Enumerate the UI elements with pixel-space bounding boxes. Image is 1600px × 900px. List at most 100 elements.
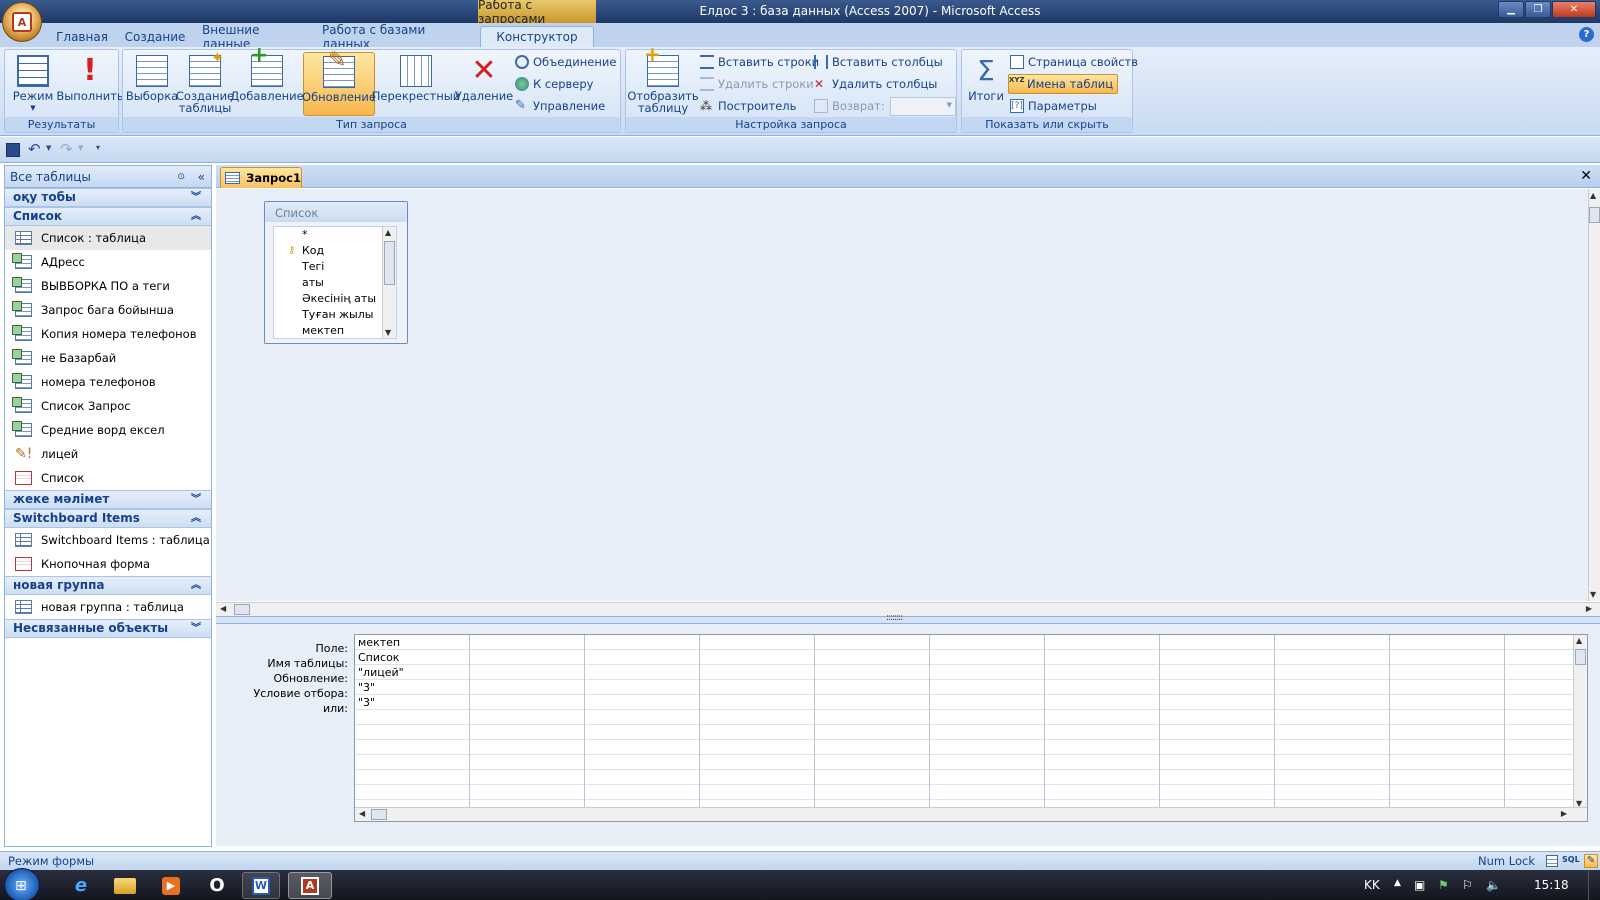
taskbar-explorer[interactable]: [106, 872, 144, 899]
mode-button[interactable]: Режим ▼: [9, 52, 57, 116]
nav-menu-chevron-icon[interactable]: ⊙: [177, 166, 185, 188]
field-item[interactable]: Туған жылы: [274, 307, 396, 323]
data-definition-button[interactable]: ✎ Управление: [515, 96, 605, 116]
close-window-button[interactable]: ✕: [1552, 1, 1596, 18]
scroll-thumb[interactable]: [234, 604, 250, 615]
delete-columns-button[interactable]: ✕ Удалить столбцы: [814, 74, 937, 94]
table-names-button[interactable]: XYZ Имена таблиц: [1008, 74, 1119, 94]
redo-dropdown-icon[interactable]: ▼: [78, 144, 83, 152]
office-button[interactable]: A: [2, 2, 42, 42]
tab-create[interactable]: Создание: [122, 26, 188, 47]
grid-cell-table[interactable]: Список: [355, 650, 399, 665]
sql-view-button[interactable]: SQL: [1562, 855, 1580, 864]
select-query-button[interactable]: Выборка: [126, 52, 178, 116]
grid-cell-field[interactable]: мектеп: [355, 635, 400, 650]
return-select[interactable]: ▼: [890, 97, 956, 116]
taskbar-media-player[interactable]: ▶: [152, 872, 190, 899]
nav-item-address[interactable]: АДресс: [5, 250, 211, 274]
nav-header[interactable]: Все таблицы ⊙ «: [5, 166, 211, 188]
nav-item-srednie[interactable]: Средние ворд ексел: [5, 418, 211, 442]
field-list-scrollbar[interactable]: ▲ ▼: [382, 227, 396, 338]
crosstab-query-button[interactable]: Перекрестный: [372, 52, 460, 116]
insert-columns-button[interactable]: Вставить столбцы: [814, 52, 943, 72]
grid-cell-or[interactable]: "3": [355, 695, 375, 710]
nav-group-switchboard[interactable]: Switchboard Items ︽: [5, 509, 211, 528]
taskbar-ie[interactable]: e: [62, 872, 100, 899]
nav-item-knopochnaya[interactable]: Кнопочная форма: [5, 552, 211, 576]
customize-qat-icon[interactable]: ▾: [96, 143, 100, 152]
nav-item-spisok-zapros[interactable]: Список Запрос: [5, 394, 211, 418]
totals-button[interactable]: Σ Итоги: [966, 52, 1006, 116]
taskbar-word[interactable]: W: [242, 872, 280, 899]
maximize-button[interactable]: ❐: [1525, 1, 1551, 18]
doc-tab-query1[interactable]: Запрос1: [220, 167, 302, 188]
shutter-bar-close-icon[interactable]: «: [198, 166, 205, 188]
tray-expand-icon[interactable]: ▲: [1394, 878, 1401, 888]
tab-database-tools[interactable]: Работа с базами данных: [322, 23, 472, 51]
input-language[interactable]: KK: [1364, 878, 1380, 892]
update-query-button[interactable]: ✎ Обновление: [302, 50, 376, 116]
grid-vertical-scrollbar[interactable]: ▲ ▼: [1573, 635, 1587, 809]
property-sheet-button[interactable]: Страница свойств: [1010, 52, 1138, 72]
nav-item-switchboard-table[interactable]: Switchboard Items : таблица: [5, 528, 211, 552]
table-field-list-spisok[interactable]: Список * ⚷ Код Тегі аты Әкесінің аты Туға…: [264, 201, 408, 344]
taskbar-opera[interactable]: O: [198, 872, 236, 899]
grid-horizontal-scrollbar[interactable]: ◀ ▶: [355, 807, 1587, 821]
tab-home[interactable]: Главная: [54, 26, 110, 47]
scroll-thumb[interactable]: [1589, 207, 1600, 223]
scroll-left-icon[interactable]: ◀: [359, 809, 365, 818]
builder-button[interactable]: ⁂ Построитель: [700, 96, 796, 116]
tab-design[interactable]: Конструктор: [480, 26, 594, 47]
minimize-button[interactable]: ▁: [1498, 1, 1524, 18]
clock[interactable]: 15:18: [1534, 878, 1569, 892]
scroll-up-icon[interactable]: ▲: [1590, 191, 1596, 200]
design-grid[interactable]: мектеп Список "лицей" "3" "3" ▲ ▼ ◀ ▶: [354, 634, 1588, 822]
volume-icon[interactable]: 🔈: [1486, 878, 1501, 892]
insert-rows-button[interactable]: Вставить строки: [700, 52, 819, 72]
start-button[interactable]: ⊞: [4, 868, 40, 900]
nav-item-zapros-baga[interactable]: Запрос бага бойынша: [5, 298, 211, 322]
close-document-icon[interactable]: ✕: [1580, 168, 1592, 184]
nav-item-kopiya-nomera[interactable]: Копия номера телефонов: [5, 322, 211, 346]
upper-vertical-scrollbar[interactable]: ▲ ▼: [1588, 189, 1600, 601]
scroll-right-icon[interactable]: ▶: [1561, 809, 1567, 818]
save-icon[interactable]: [6, 143, 20, 157]
query-design-upper-pane[interactable]: [216, 189, 1588, 601]
scroll-up-icon[interactable]: ▲: [385, 228, 391, 237]
nav-group-spisok[interactable]: Список ︽: [5, 207, 211, 226]
field-item[interactable]: *: [274, 227, 396, 243]
grid-cell-update[interactable]: "лицей": [355, 665, 404, 680]
redo-icon[interactable]: ↷: [60, 140, 73, 158]
field-item[interactable]: аты: [274, 275, 396, 291]
taskbar-access[interactable]: A: [288, 872, 332, 899]
tray-flag-icon[interactable]: ⚑: [1438, 878, 1449, 892]
append-query-button[interactable]: + Добавление: [230, 45, 303, 116]
delete-rows-button[interactable]: Удалить строки: [700, 74, 814, 94]
field-item[interactable]: мектеп: [274, 323, 396, 339]
show-desktop-button[interactable]: [1588, 870, 1600, 900]
scroll-thumb[interactable]: [384, 241, 395, 285]
nav-item-nomera-telefonov[interactable]: номера телефонов: [5, 370, 211, 394]
datasheet-view-icon[interactable]: [1546, 855, 1558, 867]
nav-item-vyborka[interactable]: ВЫВБОРКА ПО а теги: [5, 274, 211, 298]
run-button[interactable]: ! Выполнить: [56, 52, 123, 116]
scroll-left-icon[interactable]: ◀: [220, 604, 226, 613]
field-item-key[interactable]: ⚷ Код: [274, 243, 396, 259]
scroll-right-icon[interactable]: ▶: [1586, 604, 1592, 613]
undo-icon[interactable]: ↶: [28, 140, 41, 158]
upper-horizontal-scrollbar[interactable]: ◀ ▶: [216, 602, 1600, 616]
table-box-title[interactable]: Список: [265, 202, 407, 222]
to-server-button[interactable]: К серверу: [515, 74, 593, 94]
help-icon[interactable]: ?: [1579, 27, 1594, 42]
field-item[interactable]: Тегі: [274, 259, 396, 275]
union-query-button[interactable]: Объединение: [515, 52, 616, 72]
scroll-down-icon[interactable]: ▼: [1590, 590, 1596, 599]
grid-cell-criteria[interactable]: "3": [355, 680, 375, 695]
action-center-icon[interactable]: ⚐: [1462, 878, 1473, 892]
design-view-icon[interactable]: ✎: [1584, 854, 1598, 868]
scroll-down-icon[interactable]: ▼: [385, 328, 391, 337]
nav-item-ne-bazarbay[interactable]: не Базарбай: [5, 346, 211, 370]
nav-group-oku-toby[interactable]: оқу тобы ︾: [5, 188, 211, 207]
scroll-up-icon[interactable]: ▲: [1576, 636, 1582, 645]
nav-item-spisok-form[interactable]: Список: [5, 466, 211, 490]
